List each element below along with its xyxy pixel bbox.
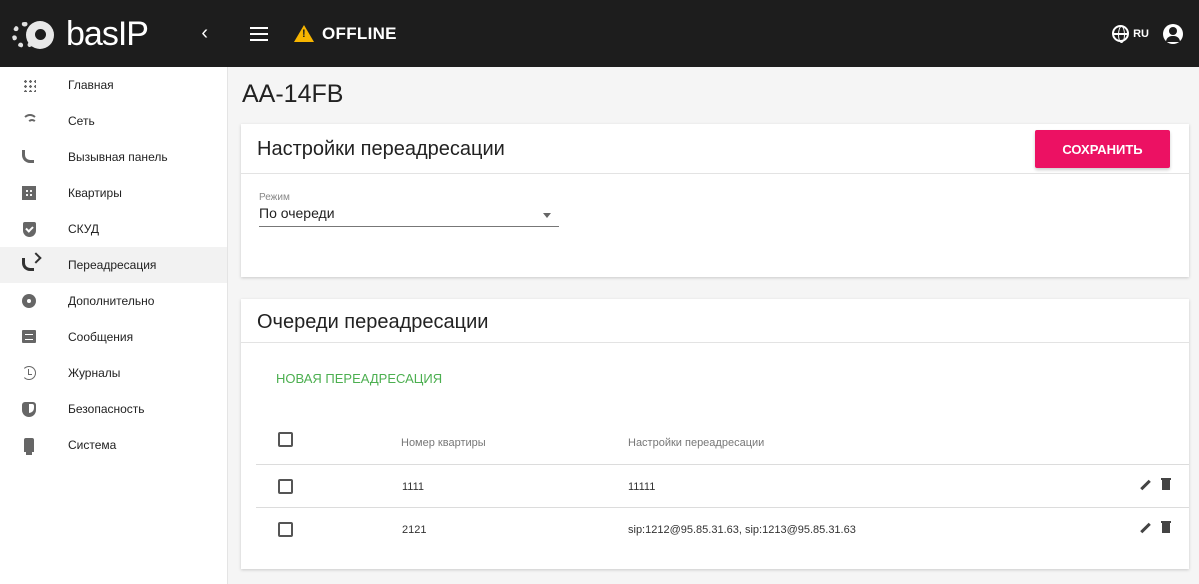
mode-value: По очереди bbox=[259, 205, 335, 221]
globe-icon[interactable] bbox=[1112, 25, 1130, 43]
forwarding-settings: sip:1212@95.85.31.63, sip:1213@95.85.31.… bbox=[628, 524, 856, 536]
queues-table: Номер квартиры Настройки переадресации 1… bbox=[256, 419, 1189, 551]
status-text: OFFLINE bbox=[322, 23, 397, 43]
sidebar-item-label: Вызывная панель bbox=[68, 150, 168, 164]
shield-check-icon bbox=[23, 222, 36, 237]
page-title: AA-14FB bbox=[242, 80, 344, 108]
building-icon bbox=[22, 186, 36, 200]
mode-select[interactable]: По очереди bbox=[259, 205, 559, 227]
apartment-number: 2121 bbox=[402, 524, 427, 536]
logo-icon bbox=[12, 19, 60, 49]
brand: basIP ‹ bbox=[0, 0, 228, 67]
account-icon[interactable] bbox=[1163, 23, 1183, 44]
sidebar-item-label: Сообщения bbox=[68, 330, 134, 344]
card-title: Настройки переадресации bbox=[257, 138, 505, 160]
collapse-sidebar-icon[interactable]: ‹ bbox=[201, 22, 208, 45]
sidebar-item-label: Главная bbox=[68, 78, 114, 92]
sidebar-item-advanced[interactable]: Дополнительно bbox=[0, 283, 227, 319]
save-button[interactable]: СОХРАНИТЬ bbox=[1035, 130, 1170, 168]
apartment-number: 1111 bbox=[402, 481, 425, 493]
sidebar-item-label: Переадресация bbox=[68, 258, 157, 272]
sidebar-item-label: Журналы bbox=[68, 366, 121, 380]
row-checkbox[interactable] bbox=[278, 522, 293, 537]
sidebar-item-logs[interactable]: Журналы bbox=[0, 355, 227, 391]
forwarding-settings: 11111 bbox=[628, 481, 656, 493]
sidebar-item-call-panel[interactable]: Вызывная панель bbox=[0, 139, 227, 175]
forwarding-settings-card: Настройки переадресации СОХРАНИТЬ Режим … bbox=[241, 124, 1189, 277]
sidebar-item-security[interactable]: Безопасность bbox=[0, 391, 227, 427]
sidebar-item-label: Дополнительно bbox=[68, 294, 155, 308]
row-checkbox[interactable] bbox=[278, 479, 293, 494]
phone-forward-icon bbox=[22, 258, 34, 271]
connection-status: OFFLINE bbox=[294, 24, 397, 44]
top-bar: basIP ‹ OFFLINE RU bbox=[0, 0, 1199, 67]
system-icon bbox=[24, 438, 34, 455]
delete-icon[interactable] bbox=[1161, 478, 1171, 490]
top-right-controls: RU bbox=[1112, 23, 1183, 44]
language-selector[interactable]: RU bbox=[1133, 28, 1149, 40]
column-header-apartment: Номер квартиры bbox=[401, 437, 486, 449]
history-icon bbox=[22, 366, 36, 380]
wifi-icon bbox=[22, 114, 38, 130]
column-header-forwarding: Настройки переадресации bbox=[628, 437, 765, 449]
sidebar-item-home[interactable]: Главная bbox=[0, 67, 227, 103]
sidebar-item-access-control[interactable]: СКУД bbox=[0, 211, 227, 247]
card-header: Очереди переадресации bbox=[241, 299, 1189, 343]
logo-text: basIP bbox=[66, 14, 149, 53]
warning-icon bbox=[294, 25, 314, 42]
mode-label: Режим bbox=[259, 192, 290, 203]
menu-icon[interactable] bbox=[250, 26, 268, 41]
gear-icon bbox=[22, 294, 36, 308]
table-row: 2121 sip:1212@95.85.31.63, sip:1213@95.8… bbox=[256, 508, 1189, 551]
mode-field: Режим По очереди bbox=[259, 192, 559, 227]
new-forwarding-button[interactable]: НОВАЯ ПЕРЕАДРЕСАЦИЯ bbox=[276, 371, 442, 386]
dropdown-arrow-icon bbox=[543, 213, 551, 218]
card-header: Настройки переадресации СОХРАНИТЬ bbox=[241, 124, 1189, 174]
table-row: 1111 11111 bbox=[256, 465, 1189, 508]
phone-icon bbox=[22, 150, 34, 163]
table-header: Номер квартиры Настройки переадресации bbox=[256, 419, 1189, 465]
sidebar-item-label: Безопасность bbox=[68, 402, 145, 416]
sidebar-item-messages[interactable]: Сообщения bbox=[0, 319, 227, 355]
sidebar-item-network[interactable]: Сеть bbox=[0, 103, 227, 139]
sidebar-item-label: Сеть bbox=[68, 114, 95, 128]
sidebar-item-label: Система bbox=[68, 438, 117, 452]
forwarding-queues-card: Очереди переадресации НОВАЯ ПЕРЕАДРЕСАЦИ… bbox=[241, 299, 1189, 569]
delete-icon[interactable] bbox=[1161, 521, 1171, 533]
sidebar: Главная Сеть Вызывная панель Квартиры СК… bbox=[0, 67, 228, 584]
select-all-checkbox[interactable] bbox=[278, 432, 293, 447]
sidebar-item-apartments[interactable]: Квартиры bbox=[0, 175, 227, 211]
grid-icon bbox=[23, 79, 36, 92]
edit-icon[interactable] bbox=[1140, 481, 1150, 491]
security-icon bbox=[22, 402, 36, 417]
sidebar-item-label: СКУД bbox=[68, 222, 100, 236]
message-icon bbox=[22, 330, 36, 343]
sidebar-item-label: Квартиры bbox=[68, 186, 122, 200]
edit-icon[interactable] bbox=[1140, 524, 1150, 534]
card-title: Очереди переадресации bbox=[257, 311, 489, 333]
sidebar-item-system[interactable]: Система bbox=[0, 427, 227, 463]
sidebar-item-forwarding[interactable]: Переадресация bbox=[0, 247, 227, 283]
